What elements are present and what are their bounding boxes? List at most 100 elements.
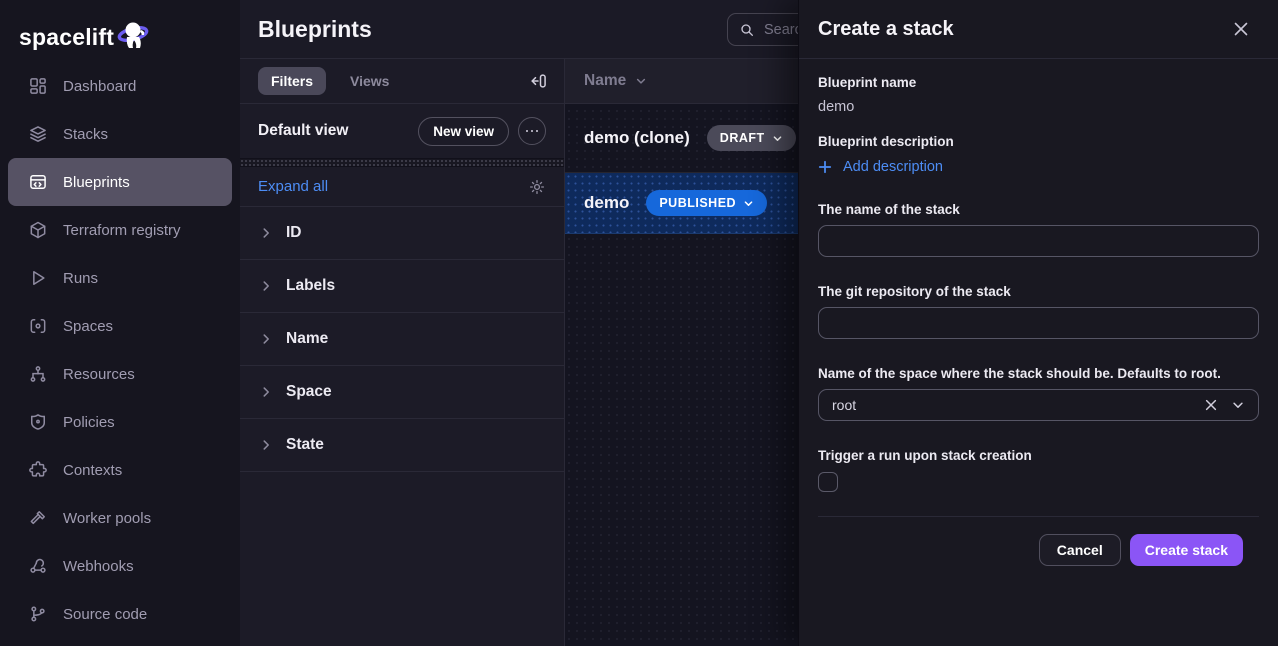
sidebar-item-label: Resources	[63, 366, 135, 383]
chevron-right-icon	[259, 332, 273, 346]
sidebar-item-label: Stacks	[63, 126, 108, 143]
sidebar-item-label: Terraform registry	[63, 222, 181, 239]
close-icon[interactable]	[1229, 17, 1253, 41]
clear-icon[interactable]	[1204, 398, 1218, 412]
add-description-label: Add description	[843, 159, 943, 175]
filter-section-label: State	[286, 436, 324, 454]
gear-icon[interactable]	[528, 178, 546, 196]
tab-views[interactable]: Views	[350, 73, 389, 89]
stack-name-input[interactable]	[818, 225, 1259, 257]
chevron-right-icon	[259, 438, 273, 452]
blueprints-icon	[28, 172, 48, 192]
expand-all-link[interactable]: Expand all	[258, 178, 328, 195]
filter-section-space[interactable]: Space	[240, 366, 564, 419]
dotted-divider	[240, 158, 564, 167]
repo-label: The git repository of the stack	[818, 284, 1259, 299]
sidebar-item-webhooks[interactable]: Webhooks	[8, 542, 232, 590]
sidebar-item-spaces[interactable]: Spaces	[8, 302, 232, 350]
blueprint-name-label: Blueprint name	[818, 75, 1259, 90]
sidebar-item-label: Blueprints	[63, 174, 130, 191]
sidebar-item-label: Webhooks	[63, 558, 134, 575]
add-description-link[interactable]: Add description	[818, 159, 943, 175]
stacks-icon	[28, 124, 48, 144]
sidebar-item-policies[interactable]: Policies	[8, 398, 232, 446]
sidebar-item-contexts[interactable]: Contexts	[8, 446, 232, 494]
spacelift-mascot-icon	[116, 18, 152, 52]
sidebar-item-resources[interactable]: Resources	[8, 350, 232, 398]
sidebar-item-dashboard[interactable]: Dashboard	[8, 62, 232, 110]
play-icon	[28, 268, 48, 288]
drawer-body: Blueprint name demo Blueprint descriptio…	[799, 59, 1278, 566]
status-badge-draft[interactable]: DRAFT	[707, 125, 796, 151]
status-badge-published[interactable]: PUBLISHED	[646, 190, 767, 216]
repo-input[interactable]	[818, 307, 1259, 339]
create-stack-button[interactable]: Create stack	[1130, 534, 1243, 566]
filter-section-label: ID	[286, 224, 302, 242]
chevron-right-icon	[259, 385, 273, 399]
cancel-button[interactable]: Cancel	[1039, 534, 1121, 566]
view-row: Default view New view	[240, 104, 564, 158]
drawer-footer: Cancel Create stack	[818, 516, 1259, 566]
sidebar-item-label: Policies	[63, 414, 115, 431]
collapse-panel-icon[interactable]	[527, 70, 549, 92]
sidebar-item-stacks[interactable]: Stacks	[8, 110, 232, 158]
badge-label: DRAFT	[720, 131, 765, 145]
git-branch-icon	[28, 604, 48, 624]
filter-section-id[interactable]: ID	[240, 207, 564, 260]
sidebar-item-label: Dashboard	[63, 78, 136, 95]
blueprint-name: demo	[584, 193, 629, 213]
app-root: spacelift Dashboard	[0, 0, 1278, 646]
chevron-down-icon	[772, 133, 783, 144]
chevron-right-icon	[259, 279, 273, 293]
blueprint-name-value: demo	[818, 99, 1259, 115]
page-title: Blueprints	[258, 16, 372, 43]
sidebar-nav: Dashboard Stacks Blueprints Terraform re…	[0, 62, 240, 638]
chevron-down-icon[interactable]	[1231, 398, 1245, 412]
more-options-button[interactable]	[518, 117, 546, 145]
create-stack-drawer: Create a stack Blueprint name demo Bluep…	[798, 0, 1278, 646]
filter-section-label: Space	[286, 383, 332, 401]
filter-section-labels[interactable]: Labels	[240, 260, 564, 313]
webhook-icon	[28, 556, 48, 576]
chevron-down-icon	[743, 198, 754, 209]
sidebar-item-label: Contexts	[63, 462, 122, 479]
puzzle-icon	[28, 460, 48, 480]
name-column-label: Name	[584, 72, 626, 90]
spacelift-logo[interactable]: spacelift	[0, 0, 240, 62]
search-icon	[739, 22, 755, 38]
tab-filters[interactable]: Filters	[258, 67, 326, 95]
view-name: Default view	[258, 122, 418, 140]
sidebar-item-source-code[interactable]: Source code	[8, 590, 232, 638]
stack-name-label: The name of the stack	[818, 202, 1259, 217]
blueprint-name: demo (clone)	[584, 128, 690, 148]
chevron-right-icon	[259, 226, 273, 240]
space-select[interactable]: root	[818, 389, 1259, 421]
sidebar-item-label: Runs	[63, 270, 98, 287]
drawer-title: Create a stack	[818, 18, 954, 41]
sidebar-item-label: Source code	[63, 606, 147, 623]
dashboard-icon	[28, 76, 48, 96]
sidebar-item-label: Spaces	[63, 318, 113, 335]
package-icon	[28, 220, 48, 240]
chevron-down-icon	[635, 75, 647, 87]
sidebar-item-blueprints[interactable]: Blueprints	[8, 158, 232, 206]
sidebar-item-label: Worker pools	[63, 510, 151, 527]
filter-section-label: Labels	[286, 277, 335, 295]
sidebar-item-terraform-registry[interactable]: Terraform registry	[8, 206, 232, 254]
filter-section-state[interactable]: State	[240, 419, 564, 472]
sidebar-item-runs[interactable]: Runs	[8, 254, 232, 302]
shield-icon	[28, 412, 48, 432]
badge-label: PUBLISHED	[659, 196, 736, 210]
new-view-button[interactable]: New view	[418, 117, 509, 146]
sidebar-item-worker-pools[interactable]: Worker pools	[8, 494, 232, 542]
trigger-run-checkbox[interactable]	[818, 472, 838, 492]
hierarchy-icon	[28, 364, 48, 384]
filter-section-label: Name	[286, 330, 328, 348]
blueprint-description-label: Blueprint description	[818, 134, 1259, 149]
expand-all-row: Expand all	[240, 167, 564, 207]
filters-panel: Filters Views Default view New view Expa…	[240, 59, 565, 646]
drawer-header: Create a stack	[799, 0, 1278, 59]
trigger-run-label: Trigger a run upon stack creation	[818, 448, 1259, 463]
spaces-icon	[28, 316, 48, 336]
filter-section-name[interactable]: Name	[240, 313, 564, 366]
